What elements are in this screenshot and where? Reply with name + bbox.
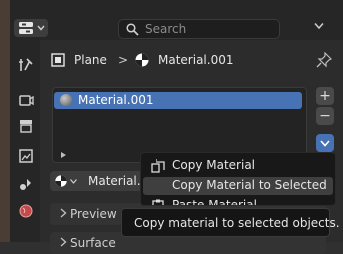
list-expand-arrow-icon[interactable]	[60, 151, 68, 159]
menu-item-label: Paste Material	[172, 198, 257, 206]
render-icon[interactable]	[18, 92, 34, 108]
scene-icon[interactable]	[18, 176, 34, 192]
menu-item-paste-material[interactable]: Paste Material	[143, 197, 333, 206]
panel-title: Preview	[70, 207, 117, 221]
material-preview-sphere	[60, 94, 72, 106]
tooltip-text: Copy material to selected objects.	[134, 216, 340, 230]
search-input[interactable]: Search	[118, 19, 280, 39]
chevron-right-icon	[60, 208, 67, 218]
material-icon	[55, 175, 67, 187]
object-data-icon	[51, 53, 65, 67]
editor-type-button[interactable]	[14, 19, 48, 37]
chevron-right-icon	[60, 237, 67, 247]
material-specials-menu: Copy Material Copy Material to Selected …	[140, 152, 336, 206]
editor-type-icon	[19, 22, 33, 34]
remove-slot-button[interactable]: −	[316, 107, 334, 125]
menu-item-label: Copy Material to Selected	[172, 178, 327, 192]
slot-label: Material.001	[78, 93, 154, 107]
material-icon	[135, 53, 149, 67]
list-item[interactable]: Material.001	[54, 92, 302, 109]
breadcrumb-object: Plane	[74, 53, 107, 67]
browse-material-button[interactable]	[50, 171, 80, 191]
menu-item-copy-material-to-selected[interactable]: Copy Material to Selected	[143, 177, 333, 195]
tool-settings-icon[interactable]	[18, 57, 34, 73]
viewport-edge	[0, 0, 10, 242]
search-icon	[126, 23, 139, 36]
view-layer-icon[interactable]	[18, 148, 34, 164]
breadcrumb-material: Material.001	[158, 53, 234, 67]
properties-header: Search	[0, 0, 343, 40]
material-specials-button[interactable]	[316, 134, 334, 152]
menu-item-label: Copy Material	[172, 158, 256, 172]
copy-icon	[151, 159, 165, 173]
search-placeholder: Search	[145, 22, 187, 36]
chevron-down-icon	[320, 140, 330, 147]
tooltip: Copy material to selected objects.	[121, 208, 340, 237]
output-icon[interactable]	[18, 118, 34, 134]
panel-title: Surface	[70, 236, 116, 250]
paste-icon	[152, 199, 164, 205]
chevron-down-icon	[37, 25, 45, 31]
chevron-down-icon	[70, 179, 77, 184]
pin-icon[interactable]	[316, 52, 332, 68]
options-chevron-icon[interactable]	[314, 22, 324, 30]
add-slot-button[interactable]: +	[316, 87, 334, 105]
world-icon[interactable]	[18, 203, 34, 219]
property-tabs	[10, 40, 40, 242]
menu-item-copy-material[interactable]: Copy Material	[143, 157, 333, 175]
breadcrumb-separator: >	[118, 53, 129, 67]
